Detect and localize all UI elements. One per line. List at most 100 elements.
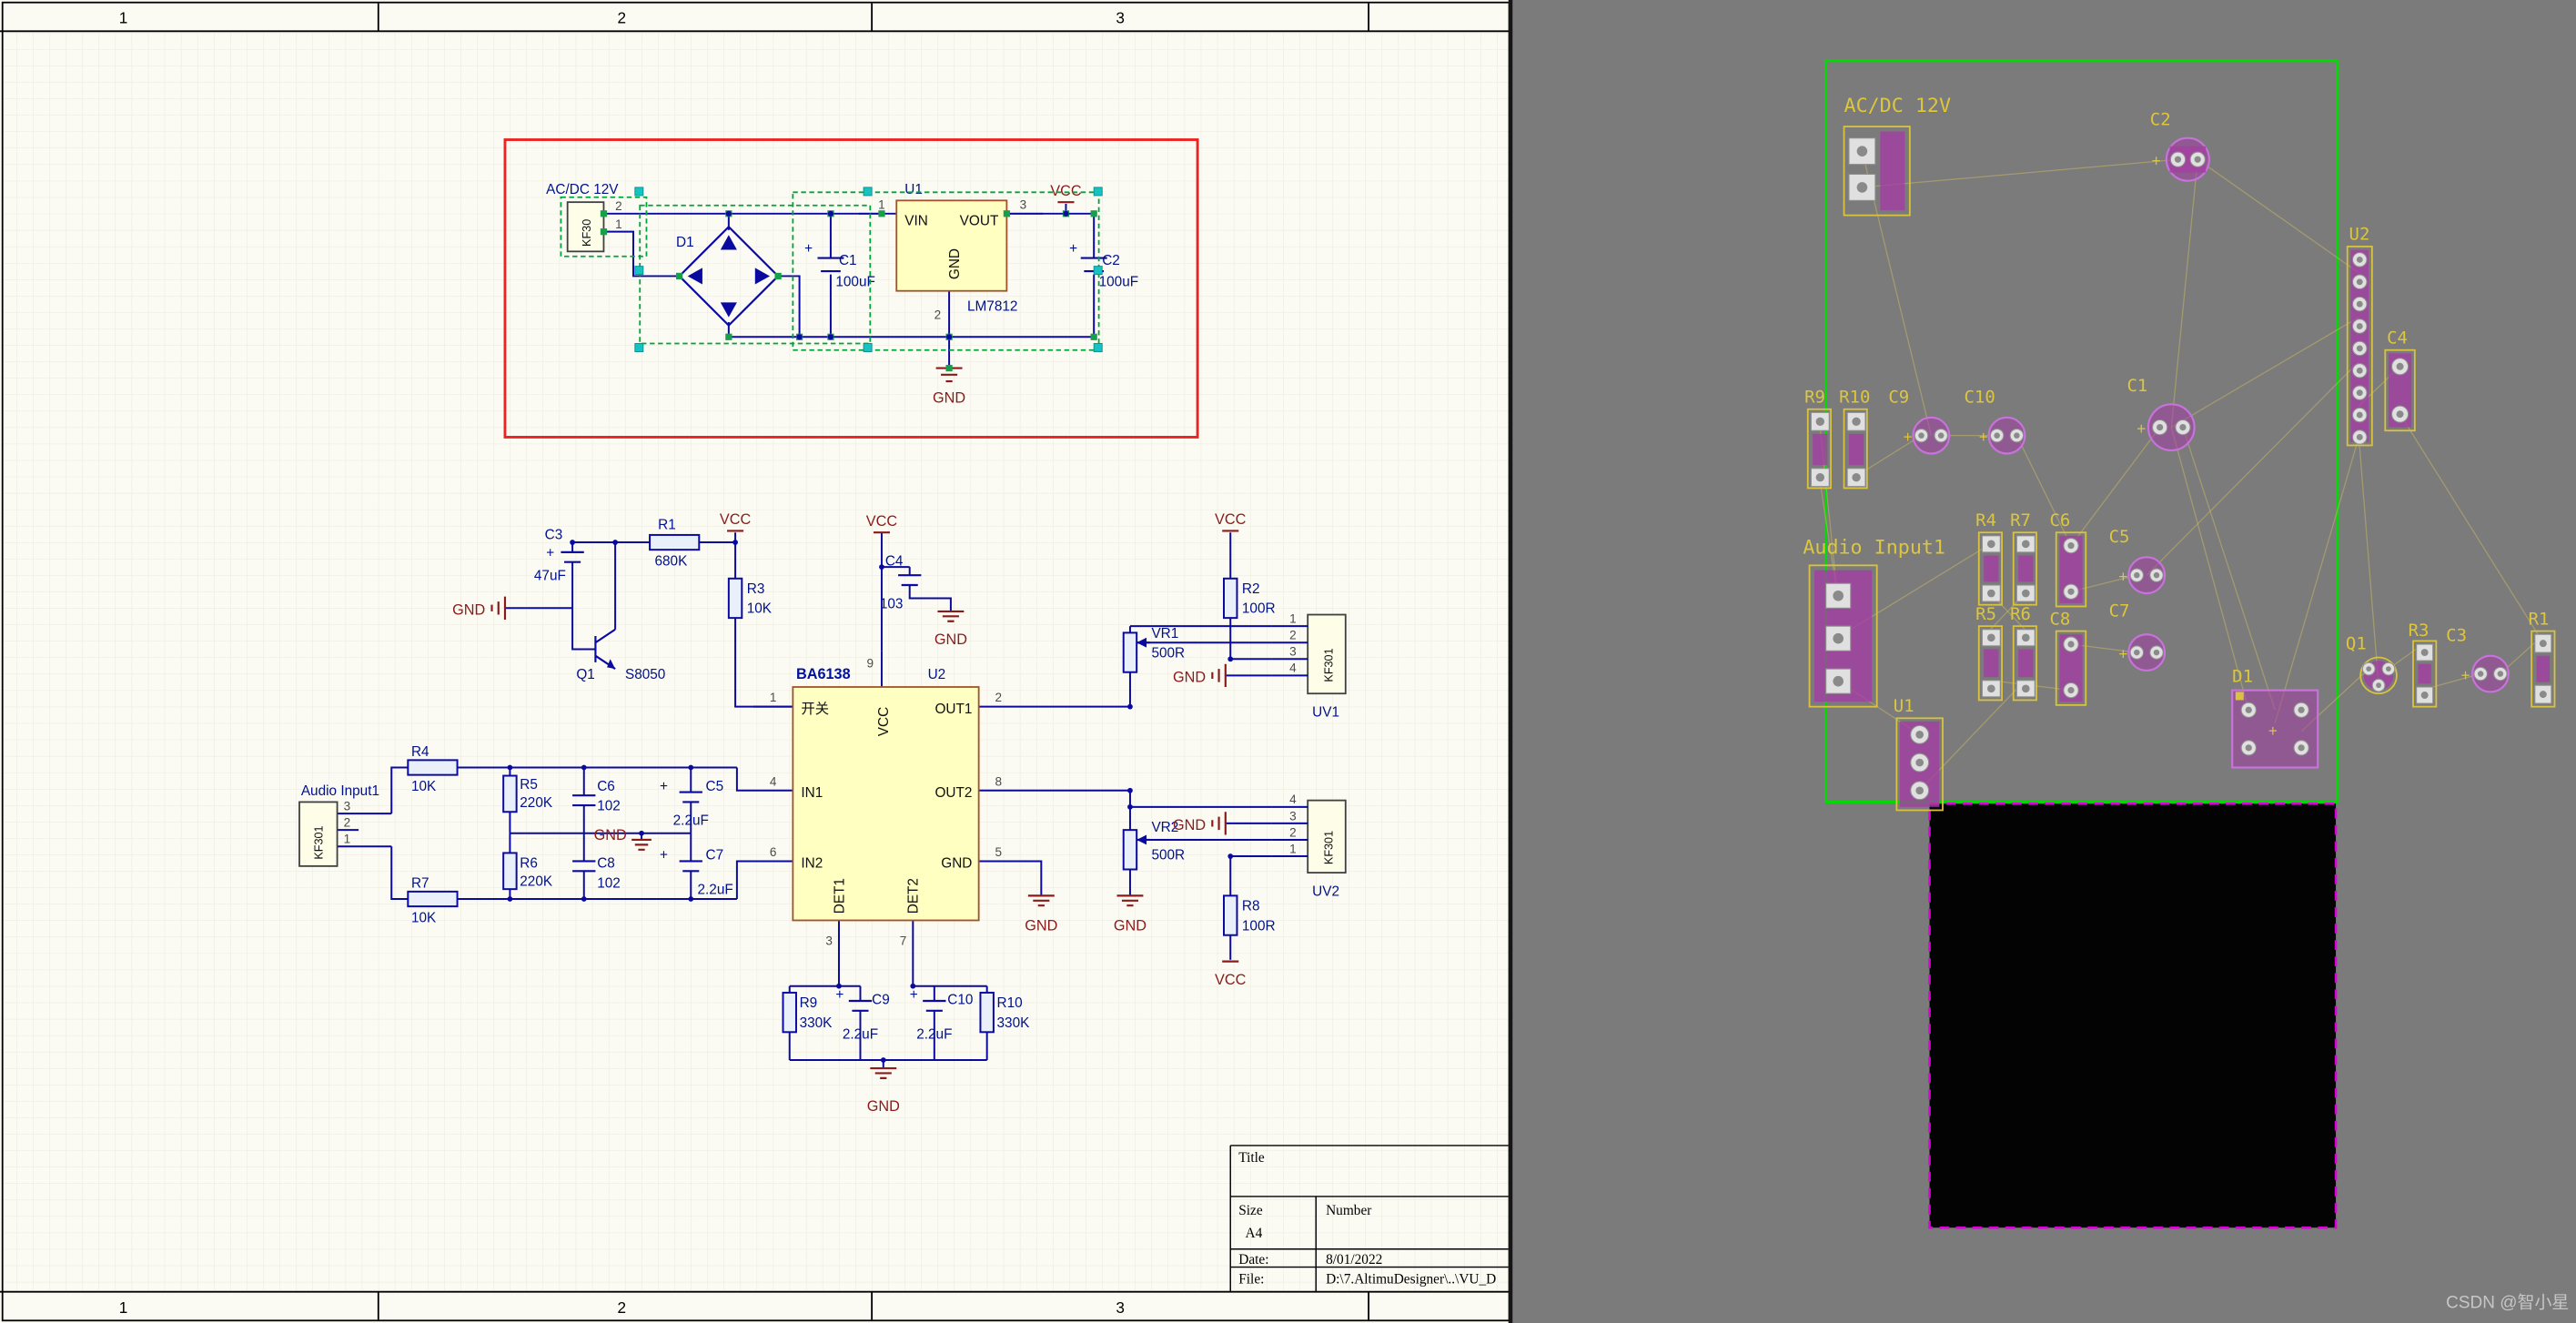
u2-part[interactable]: BA6138 (796, 666, 851, 682)
pcb-c8-label[interactable]: C8 (2050, 609, 2071, 629)
gnd-label[interactable]: GND (933, 390, 965, 407)
ic-u2[interactable]: BA6138 U2 开关 IN1 IN2 OUT1 OUT2 GND VCC D… (770, 656, 1002, 947)
pcb-c10-label[interactable]: C10 (1965, 388, 1995, 408)
c2-designator[interactable]: C2 (1102, 253, 1120, 268)
u2-designator[interactable]: U2 (928, 667, 946, 682)
c5-value[interactable]: 2.2uF (673, 813, 709, 829)
vr2-value[interactable]: 500R (1151, 848, 1185, 863)
c8-value[interactable]: 102 (597, 875, 621, 891)
r6-designator[interactable]: R6 (520, 856, 538, 872)
r6-value[interactable]: 220K (520, 874, 553, 890)
vr1-value[interactable]: 500R (1151, 645, 1185, 661)
r7-value[interactable]: 10K (411, 910, 437, 925)
pcb-u2-label[interactable]: U2 (2349, 225, 2370, 245)
r5-designator[interactable]: R5 (520, 777, 538, 793)
r9-designator[interactable]: R9 (800, 995, 818, 1011)
c1-designator[interactable]: C1 (839, 253, 857, 268)
pcb-c3-label[interactable]: C3 (2446, 625, 2467, 645)
audio-input-label[interactable]: Audio Input1 (301, 783, 379, 799)
r1-designator[interactable]: R1 (658, 518, 676, 533)
tb-date-value[interactable]: 8/01/2022 (1326, 1252, 1382, 1267)
r8-designator[interactable]: R8 (1242, 899, 1260, 914)
pcb-c6-label[interactable]: C6 (2050, 510, 2071, 530)
vcc-label[interactable]: VCC (720, 511, 752, 528)
pcb-r4-label[interactable]: R4 (1975, 510, 1996, 530)
c7-designator[interactable]: C7 (706, 848, 724, 863)
u1-designator[interactable]: U1 (904, 182, 923, 197)
c3-value[interactable]: 47uF (534, 569, 566, 584)
pcb-c1-label[interactable]: C1 (2126, 376, 2147, 396)
gnd-label[interactable]: GND (1173, 817, 1206, 833)
tb-file-value[interactable]: D:\7.AltimuDesigner\..\VU_D (1326, 1272, 1496, 1288)
r10-designator[interactable]: R10 (997, 995, 1023, 1011)
pcb-acdc-label[interactable]: AC/DC 12V (1844, 95, 1951, 117)
pcb-r1-label[interactable]: R1 (2529, 609, 2550, 629)
pcb-r3-label[interactable]: R3 (2409, 621, 2430, 641)
acdc-label[interactable]: AC/DC 12V (546, 182, 619, 197)
pcb-audio-label[interactable]: Audio Input1 (1803, 537, 1945, 560)
gnd-label[interactable]: GND (934, 631, 967, 648)
pcb-plane-region[interactable] (1930, 803, 2337, 1227)
uv1-designator[interactable]: UV1 (1312, 705, 1339, 721)
r3-designator[interactable]: R3 (747, 581, 765, 597)
pcb-r5-label[interactable]: R5 (1975, 604, 1996, 624)
c6-designator[interactable]: C6 (597, 779, 615, 794)
pcb-connector-u2[interactable]: U2 (2348, 225, 2372, 446)
pcb-r10-label[interactable]: R10 (1839, 388, 1870, 408)
c10-value[interactable]: 2.2uF (916, 1027, 952, 1043)
gnd-label[interactable]: GND (1114, 917, 1147, 934)
c2-value[interactable]: 100uF (1099, 274, 1139, 289)
vcc-label[interactable]: VCC (1050, 183, 1082, 199)
c1-value[interactable]: 100uF (835, 274, 875, 289)
gnd-label[interactable]: GND (867, 1098, 900, 1115)
pcb-r7-label[interactable]: R7 (2010, 510, 2031, 530)
r5-value[interactable]: 220K (520, 795, 553, 811)
c3-designator[interactable]: C3 (545, 527, 563, 542)
c4-value[interactable]: 103 (880, 596, 904, 611)
c5-designator[interactable]: C5 (706, 779, 724, 794)
vcc-label[interactable]: VCC (1215, 972, 1247, 988)
c4-designator[interactable]: C4 (885, 553, 904, 569)
pcb-d1-label[interactable]: D1 (2232, 667, 2253, 687)
pcb-u1-label[interactable]: U1 (1894, 696, 1914, 716)
gnd-label[interactable]: GND (1025, 917, 1057, 934)
r9-value[interactable]: 330K (800, 1015, 833, 1031)
r4-value[interactable]: 10K (411, 779, 437, 794)
r8-value[interactable]: 100R (1242, 918, 1276, 934)
vcc-label[interactable]: VCC (866, 513, 898, 530)
gnd-label[interactable]: GND (1173, 670, 1206, 686)
kf30-label[interactable]: KF30 (581, 219, 593, 247)
r2-designator[interactable]: R2 (1242, 581, 1260, 597)
c6-value[interactable]: 102 (597, 798, 621, 813)
vcc-label[interactable]: VCC (1215, 511, 1247, 528)
pcb-r9-label[interactable]: R9 (1804, 388, 1825, 408)
pcb-q1-label[interactable]: Q1 (2346, 633, 2367, 653)
r2-value[interactable]: 100R (1242, 601, 1276, 617)
r4-designator[interactable]: R4 (411, 744, 429, 760)
tb-size-value[interactable]: A4 (1245, 1226, 1262, 1241)
r1-value[interactable]: 680K (655, 553, 689, 569)
r10-value[interactable]: 330K (997, 1015, 1031, 1031)
pcb-c4-label[interactable]: C4 (2387, 328, 2408, 348)
pcb-c2-label[interactable]: C2 (2150, 109, 2171, 129)
d1-designator[interactable]: D1 (676, 235, 694, 250)
r3-value[interactable]: 10K (747, 601, 773, 617)
c10-designator[interactable]: C10 (947, 993, 973, 1008)
c7-value[interactable]: 2.2uF (698, 883, 733, 898)
u1-part[interactable]: LM7812 (967, 298, 1017, 314)
gnd-label[interactable]: GND (594, 827, 627, 843)
r7-designator[interactable]: R7 (411, 875, 429, 891)
pcb-r6-label[interactable]: R6 (2010, 604, 2031, 624)
pcb-c7-label[interactable]: C7 (2109, 601, 2130, 621)
uv2-designator[interactable]: UV2 (1312, 884, 1339, 899)
gnd-label[interactable]: GND (452, 602, 485, 619)
pcb-c9-label[interactable]: C9 (1888, 388, 1909, 408)
panel-divider[interactable] (1509, 0, 1513, 1323)
pcb-c5-label[interactable]: C5 (2109, 527, 2130, 547)
c9-value[interactable]: 2.2uF (843, 1027, 878, 1043)
c9-designator[interactable]: C9 (872, 993, 890, 1008)
q1-designator[interactable]: Q1 (576, 667, 594, 682)
q1-part[interactable]: S8050 (625, 667, 665, 682)
c8-designator[interactable]: C8 (597, 856, 615, 872)
vr1-designator[interactable]: VR1 (1151, 626, 1178, 641)
